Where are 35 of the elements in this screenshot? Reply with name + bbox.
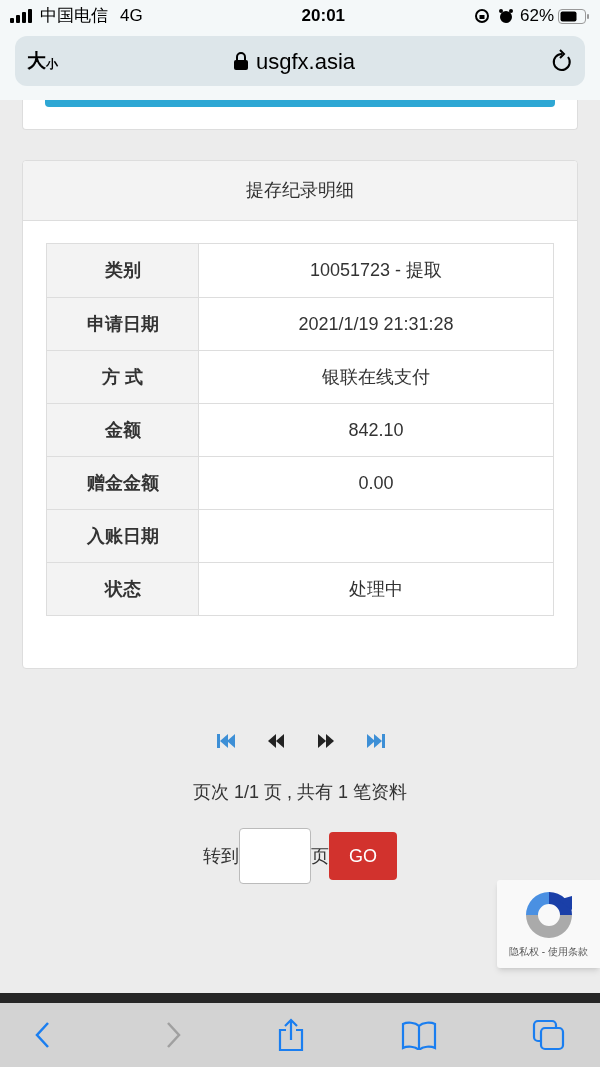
row-label: 赠金金额	[47, 457, 199, 509]
lock-icon	[233, 52, 248, 70]
row-value: 10051723 - 提取	[309, 259, 443, 282]
page-input[interactable]	[239, 828, 311, 884]
row-value: 处理中	[349, 577, 403, 601]
rotation-lock-icon	[473, 8, 490, 24]
page-summary: 页次 1/1 页 , 共有 1 笔资料	[192, 781, 407, 804]
back-icon[interactable]	[34, 1021, 50, 1049]
row-value: 842.10	[348, 418, 404, 442]
row-label: 类别	[47, 244, 199, 297]
go-button[interactable]: GO	[329, 832, 397, 880]
card-title: 提存纪录明细	[246, 179, 354, 202]
jump-label: 转到	[203, 844, 239, 868]
reload-icon[interactable]	[551, 49, 573, 73]
row-value: 2021/1/19 21:31:28	[298, 312, 454, 336]
row-label: 入账日期	[47, 510, 199, 562]
battery-percent: 62%	[519, 5, 554, 28]
row-label: 金额	[47, 404, 199, 456]
page-unit: 页	[311, 844, 329, 868]
tabs-icon[interactable]	[532, 1019, 566, 1051]
skip-first-icon[interactable]	[215, 731, 237, 751]
row-value: 0.00	[358, 471, 394, 495]
recaptcha-links[interactable]: 隐私权 - 使用条款	[509, 944, 588, 959]
row-label: 申请日期	[47, 298, 199, 350]
row-label: 方 式	[47, 351, 199, 403]
network-type: 4G	[120, 5, 143, 28]
book-icon[interactable]	[400, 1020, 437, 1050]
clock-time: 20:01	[301, 5, 346, 28]
share-icon[interactable]	[277, 1018, 305, 1052]
url-text: usgfx.asia	[255, 47, 356, 76]
battery-icon	[558, 8, 590, 24]
skip-last-icon[interactable]	[365, 731, 387, 751]
row-value: 银联在线支付	[322, 365, 430, 389]
row-label: 状态	[47, 563, 199, 615]
carrier-name: 中国电信	[40, 5, 108, 28]
